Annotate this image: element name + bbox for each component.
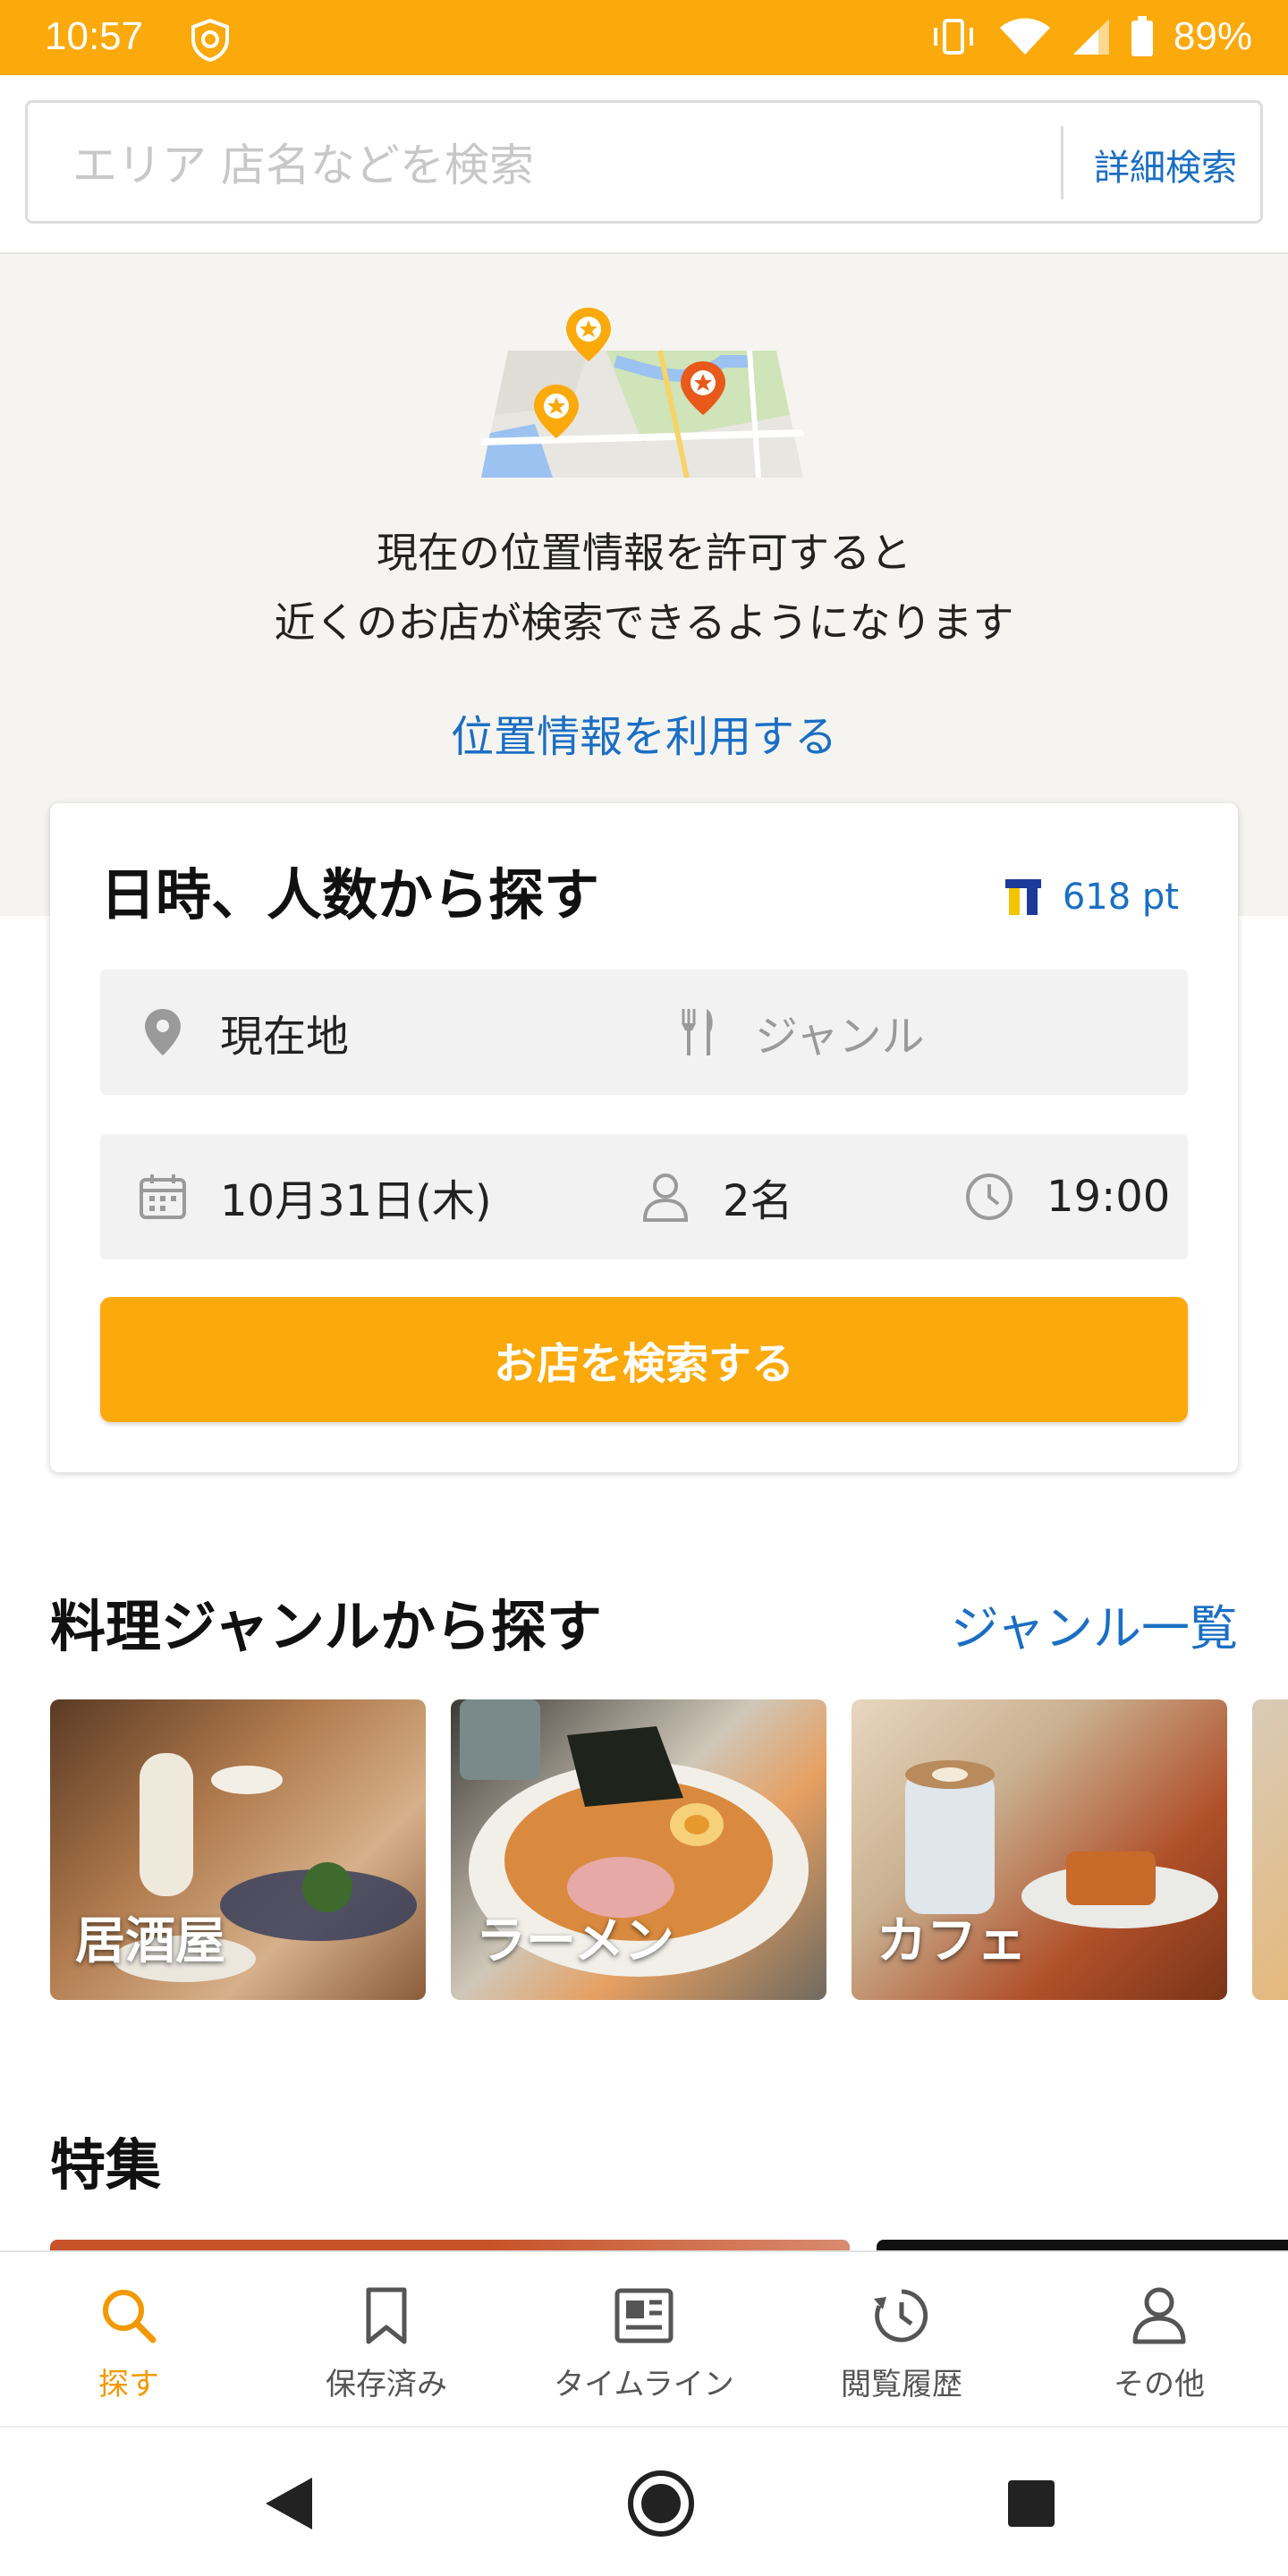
card-title: 日時、人数から探す bbox=[100, 862, 600, 928]
genre-tile-label: ラーメン bbox=[476, 1912, 674, 1970]
nav-other[interactable]: その他 bbox=[1030, 2252, 1288, 2428]
genre-carousel[interactable]: 居酒屋 ラーメン カフェ bbox=[0, 1699, 1288, 2000]
status-time: 10:57 bbox=[45, 14, 144, 58]
home-button[interactable] bbox=[621, 2463, 701, 2544]
nav-search[interactable]: 探す bbox=[0, 2252, 258, 2428]
genre-tile-label: 居酒屋 bbox=[75, 1912, 225, 1970]
tpoint-value: 618 pt bbox=[1062, 877, 1179, 918]
battery-icon bbox=[1131, 16, 1154, 57]
nav-timeline[interactable]: タイムライン bbox=[515, 2252, 773, 2428]
shield-icon bbox=[188, 18, 233, 63]
detail-search-button[interactable]: 詳細検索 bbox=[1094, 139, 1237, 191]
time-value: 19:00 bbox=[1046, 1172, 1171, 1222]
search-input[interactable]: エリア 店名などを検索 bbox=[72, 130, 534, 194]
search-area: エリア 店名などを検索 詳細検索 bbox=[0, 75, 1288, 254]
system-nav bbox=[0, 2426, 1288, 2576]
date-field[interactable]: 10月31日(木) bbox=[138, 1134, 492, 1259]
feature-section-title: 特集 bbox=[50, 2132, 162, 2198]
recent-apps-button[interactable] bbox=[991, 2463, 1072, 2544]
genre-section-title: 料理ジャンルから探す bbox=[50, 1594, 602, 1659]
location-pin-icon bbox=[138, 1007, 188, 1057]
genre-tile-izakaya[interactable]: 居酒屋 bbox=[50, 1699, 426, 2000]
timeline-icon bbox=[613, 2284, 675, 2347]
bottom-nav: 探す 保存済み タイムライン 閲覧履歴 その他 bbox=[0, 2250, 1288, 2426]
clock-icon bbox=[964, 1172, 1014, 1222]
nav-label: その他 bbox=[1114, 2367, 1205, 2402]
wifi-icon bbox=[998, 17, 1052, 56]
nav-saved[interactable]: 保存済み bbox=[258, 2252, 515, 2428]
search-icon bbox=[97, 2284, 160, 2347]
location-message-line1: 現在の位置情報を許可すると bbox=[377, 529, 911, 577]
map-illustration bbox=[481, 308, 803, 479]
time-field[interactable]: 19:00 bbox=[964, 1134, 1170, 1259]
location-message-line2: 近くのお店が検索できるようになります bbox=[274, 598, 1014, 647]
nav-label: タイムライン bbox=[554, 2367, 734, 2402]
tpoint-balance[interactable]: 618 pt bbox=[1004, 877, 1179, 918]
genre-placeholder: ジャンル bbox=[755, 1012, 925, 1062]
signal-icon bbox=[1072, 17, 1111, 56]
back-icon bbox=[266, 2478, 312, 2529]
history-icon bbox=[870, 2284, 933, 2347]
date-value: 10月31日(木) bbox=[220, 1176, 492, 1226]
bookmark-icon bbox=[355, 2284, 418, 2347]
home-icon bbox=[628, 2470, 694, 2537]
search-divider bbox=[1061, 126, 1063, 199]
vibrate-icon bbox=[928, 17, 979, 56]
reservation-card: 日時、人数から探す 618 pt 現在地 ジャンル 10月31日(木) 2名 1… bbox=[50, 803, 1238, 1472]
people-field[interactable]: 2名 bbox=[640, 1134, 793, 1259]
status-icons: 89% bbox=[928, 14, 1252, 59]
recent-apps-icon bbox=[1008, 2480, 1055, 2527]
place-field[interactable]: 現在地 bbox=[138, 970, 349, 1095]
genre-tile-ramen[interactable]: ラーメン bbox=[451, 1699, 826, 2000]
genre-tile-label: カフェ bbox=[877, 1912, 1027, 1970]
back-button[interactable] bbox=[249, 2463, 329, 2544]
nav-history[interactable]: 閲覧履歴 bbox=[773, 2252, 1030, 2428]
fork-knife-icon bbox=[673, 1007, 723, 1057]
date-people-time-row: 10月31日(木) 2名 19:00 bbox=[100, 1134, 1188, 1259]
genre-tile-next[interactable] bbox=[1252, 1699, 1288, 2000]
people-value: 2名 bbox=[723, 1176, 793, 1226]
use-location-link[interactable]: 位置情報を利用する bbox=[0, 701, 1288, 764]
shop-search-button[interactable]: お店を検索する bbox=[100, 1297, 1188, 1422]
place-genre-row: 現在地 ジャンル bbox=[100, 970, 1188, 1095]
status-bar: 10:57 89% bbox=[0, 0, 1288, 75]
battery-percent: 89% bbox=[1173, 14, 1252, 58]
calendar-icon bbox=[138, 1172, 188, 1222]
nav-label: 閲覧履歴 bbox=[841, 2367, 962, 2402]
tpoint-logo-icon bbox=[1004, 879, 1041, 915]
nav-label: 探す bbox=[98, 2367, 159, 2402]
search-box[interactable]: エリア 店名などを検索 詳細検索 bbox=[25, 100, 1263, 224]
genre-field[interactable]: ジャンル bbox=[673, 970, 925, 1095]
person-icon bbox=[1128, 2284, 1191, 2347]
place-value: 現在地 bbox=[220, 1012, 350, 1062]
genre-tile-cafe[interactable]: カフェ bbox=[852, 1699, 1227, 2000]
person-icon bbox=[640, 1172, 691, 1222]
nav-label: 保存済み bbox=[326, 2367, 447, 2402]
genre-list-link[interactable]: ジャンル一覧 bbox=[951, 1589, 1238, 1659]
